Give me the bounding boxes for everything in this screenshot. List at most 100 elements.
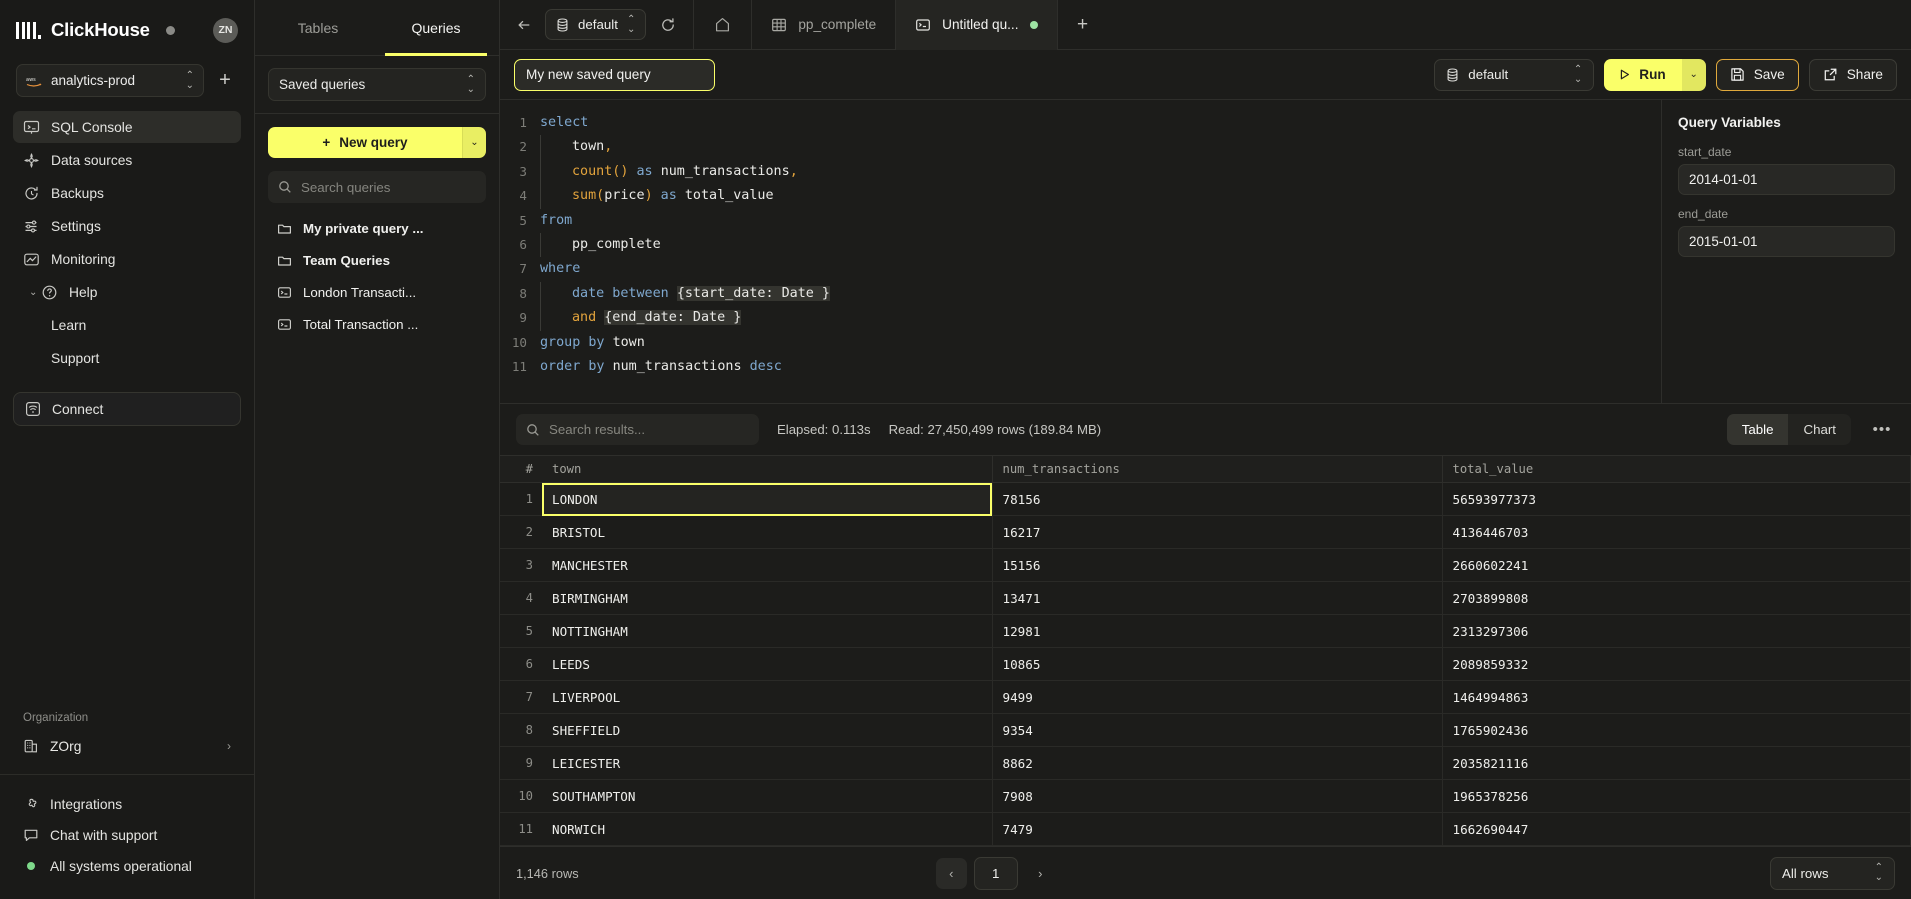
cell-town[interactable]: NORWICH (542, 813, 992, 846)
table-row[interactable]: 7 LIVERPOOL 9499 1464994863 (500, 681, 1911, 714)
column-header-num-transactions[interactable]: num_transactions (992, 456, 1442, 483)
new-tab-button[interactable]: + (1058, 0, 1108, 50)
avatar[interactable]: ZN (213, 18, 238, 43)
sidebar-item-chat-support[interactable]: Chat with support (13, 820, 241, 850)
cell-town[interactable]: NOTTINGHAM (542, 615, 992, 648)
table-row[interactable]: 9 LEICESTER 8862 2035821116 (500, 747, 1911, 780)
sidebar-item-backups[interactable]: Backups (13, 177, 241, 209)
environment-selector[interactable]: aws analytics-prod ⌃⌄ (16, 64, 204, 97)
tab-untitled-query[interactable]: Untitled qu... (896, 0, 1057, 50)
list-item-folder[interactable]: My private query ... (268, 213, 486, 244)
sidebar-item-data-sources[interactable]: Data sources (13, 144, 241, 176)
cell-total-value[interactable]: 1464994863 (1442, 681, 1911, 714)
page-number-input[interactable]: 1 (974, 857, 1018, 890)
run-button[interactable]: Run (1604, 59, 1681, 91)
page-size-selector[interactable]: All rows ⌃⌄ (1770, 857, 1895, 890)
cell-total-value[interactable]: 1965378256 (1442, 780, 1911, 813)
view-mode-table[interactable]: Table (1727, 414, 1789, 445)
table-row[interactable]: 8 SHEFFIELD 9354 1765902436 (500, 714, 1911, 747)
variable-input-end-date[interactable] (1678, 226, 1895, 257)
connect-button[interactable]: Connect (13, 392, 241, 426)
table-row[interactable]: 5 NOTTINGHAM 12981 2313297306 (500, 615, 1911, 648)
sidebar-subitem-support[interactable]: Support (13, 342, 241, 374)
list-item-query[interactable]: Total Transaction ... (268, 309, 486, 340)
table-row[interactable]: 4 BIRMINGHAM 13471 2703899808 (500, 582, 1911, 615)
cell-town[interactable]: LONDON (542, 483, 992, 516)
column-header-total-value[interactable]: total_value (1442, 456, 1911, 483)
cell-num-transactions[interactable]: 13471 (992, 582, 1442, 615)
cell-town[interactable]: BIRMINGHAM (542, 582, 992, 615)
cell-town[interactable]: SOUTHAMPTON (542, 780, 992, 813)
new-query-main[interactable]: + New query (268, 127, 462, 158)
view-mode-toggle[interactable]: Table Chart (1727, 414, 1851, 445)
cell-total-value[interactable]: 2703899808 (1442, 582, 1911, 615)
cell-num-transactions[interactable]: 9499 (992, 681, 1442, 714)
table-row[interactable]: 1 LONDON 78156 56593977373 (500, 483, 1911, 516)
collapse-sidebar-button[interactable] (513, 14, 535, 36)
new-query-button[interactable]: + New query ⌄ (268, 127, 486, 158)
cell-total-value[interactable]: 2035821116 (1442, 747, 1911, 780)
run-options-dropdown[interactable]: ⌄ (1682, 59, 1706, 91)
cell-town[interactable]: LIVERPOOL (542, 681, 992, 714)
cell-total-value[interactable]: 1765902436 (1442, 714, 1911, 747)
cell-num-transactions[interactable]: 16217 (992, 516, 1442, 549)
tab-pp-complete[interactable]: pp_complete (752, 0, 896, 50)
table-row[interactable]: 2 BRISTOL 16217 4136446703 (500, 516, 1911, 549)
cell-total-value[interactable]: 2313297306 (1442, 615, 1911, 648)
organization-item[interactable]: ZOrg › (13, 730, 241, 762)
cell-town[interactable]: LEEDS (542, 648, 992, 681)
new-query-dropdown[interactable]: ⌄ (462, 127, 486, 158)
sidebar-item-settings[interactable]: Settings (13, 210, 241, 242)
cell-num-transactions[interactable]: 8862 (992, 747, 1442, 780)
sidebar-subitem-learn[interactable]: Learn (13, 309, 241, 341)
search-results-input[interactable] (549, 422, 749, 437)
sidebar-item-system-status[interactable]: All systems operational (13, 851, 241, 881)
refresh-button[interactable] (656, 13, 680, 37)
column-header-town[interactable]: town (542, 456, 992, 483)
cell-town[interactable]: LEICESTER (542, 747, 992, 780)
saved-queries-select[interactable]: Saved queries ⌃⌄ (268, 68, 486, 101)
cell-num-transactions[interactable]: 15156 (992, 549, 1442, 582)
sidebar-item-integrations[interactable]: Integrations (13, 789, 241, 819)
cell-num-transactions[interactable]: 78156 (992, 483, 1442, 516)
cell-town[interactable]: SHEFFIELD (542, 714, 992, 747)
table-row[interactable]: 6 LEEDS 10865 2089859332 (500, 648, 1911, 681)
query-database-selector[interactable]: default ⌃⌄ (1434, 59, 1594, 91)
search-queries-field[interactable] (268, 171, 486, 203)
variable-input-start-date[interactable] (1678, 164, 1895, 195)
sql-editor[interactable]: 1select 2town, 3count() as num_transacti… (500, 100, 1661, 403)
search-queries-input[interactable] (301, 180, 476, 195)
next-page-button[interactable]: › (1025, 858, 1056, 889)
tab-queries[interactable]: Queries (377, 0, 495, 56)
sidebar-item-sql-console[interactable]: SQL Console (13, 111, 241, 143)
topbar-database-selector[interactable]: default ⌃⌄ (545, 9, 646, 40)
run-button-group[interactable]: Run ⌄ (1604, 59, 1705, 91)
column-header-index[interactable]: # (500, 456, 542, 483)
results-more-menu[interactable]: ••• (1869, 417, 1895, 443)
table-row[interactable]: 11 NORWICH 7479 1662690447 (500, 813, 1911, 846)
query-name-input[interactable] (514, 59, 715, 91)
list-item-folder[interactable]: Team Queries (268, 245, 486, 276)
cell-total-value[interactable]: 2660602241 (1442, 549, 1911, 582)
cell-town[interactable]: BRISTOL (542, 516, 992, 549)
cell-num-transactions[interactable]: 7479 (992, 813, 1442, 846)
cell-num-transactions[interactable]: 12981 (992, 615, 1442, 648)
search-results-field[interactable] (516, 414, 759, 445)
cell-town[interactable]: MANCHESTER (542, 549, 992, 582)
cell-total-value[interactable]: 56593977373 (1442, 483, 1911, 516)
share-button[interactable]: Share (1809, 59, 1897, 91)
table-row[interactable]: 3 MANCHESTER 15156 2660602241 (500, 549, 1911, 582)
cell-num-transactions[interactable]: 9354 (992, 714, 1442, 747)
prev-page-button[interactable]: ‹ (936, 858, 967, 889)
tab-tables[interactable]: Tables (259, 0, 377, 56)
add-service-button[interactable]: + (212, 68, 238, 94)
sidebar-item-help[interactable]: ⌄ Help (13, 276, 241, 308)
cell-num-transactions[interactable]: 10865 (992, 648, 1442, 681)
cell-num-transactions[interactable]: 7908 (992, 780, 1442, 813)
list-item-query[interactable]: London Transacti... (268, 277, 486, 308)
cell-total-value[interactable]: 4136446703 (1442, 516, 1911, 549)
table-row[interactable]: 10 SOUTHAMPTON 7908 1965378256 (500, 780, 1911, 813)
view-mode-chart[interactable]: Chart (1788, 414, 1851, 445)
cell-total-value[interactable]: 2089859332 (1442, 648, 1911, 681)
sidebar-item-monitoring[interactable]: Monitoring (13, 243, 241, 275)
